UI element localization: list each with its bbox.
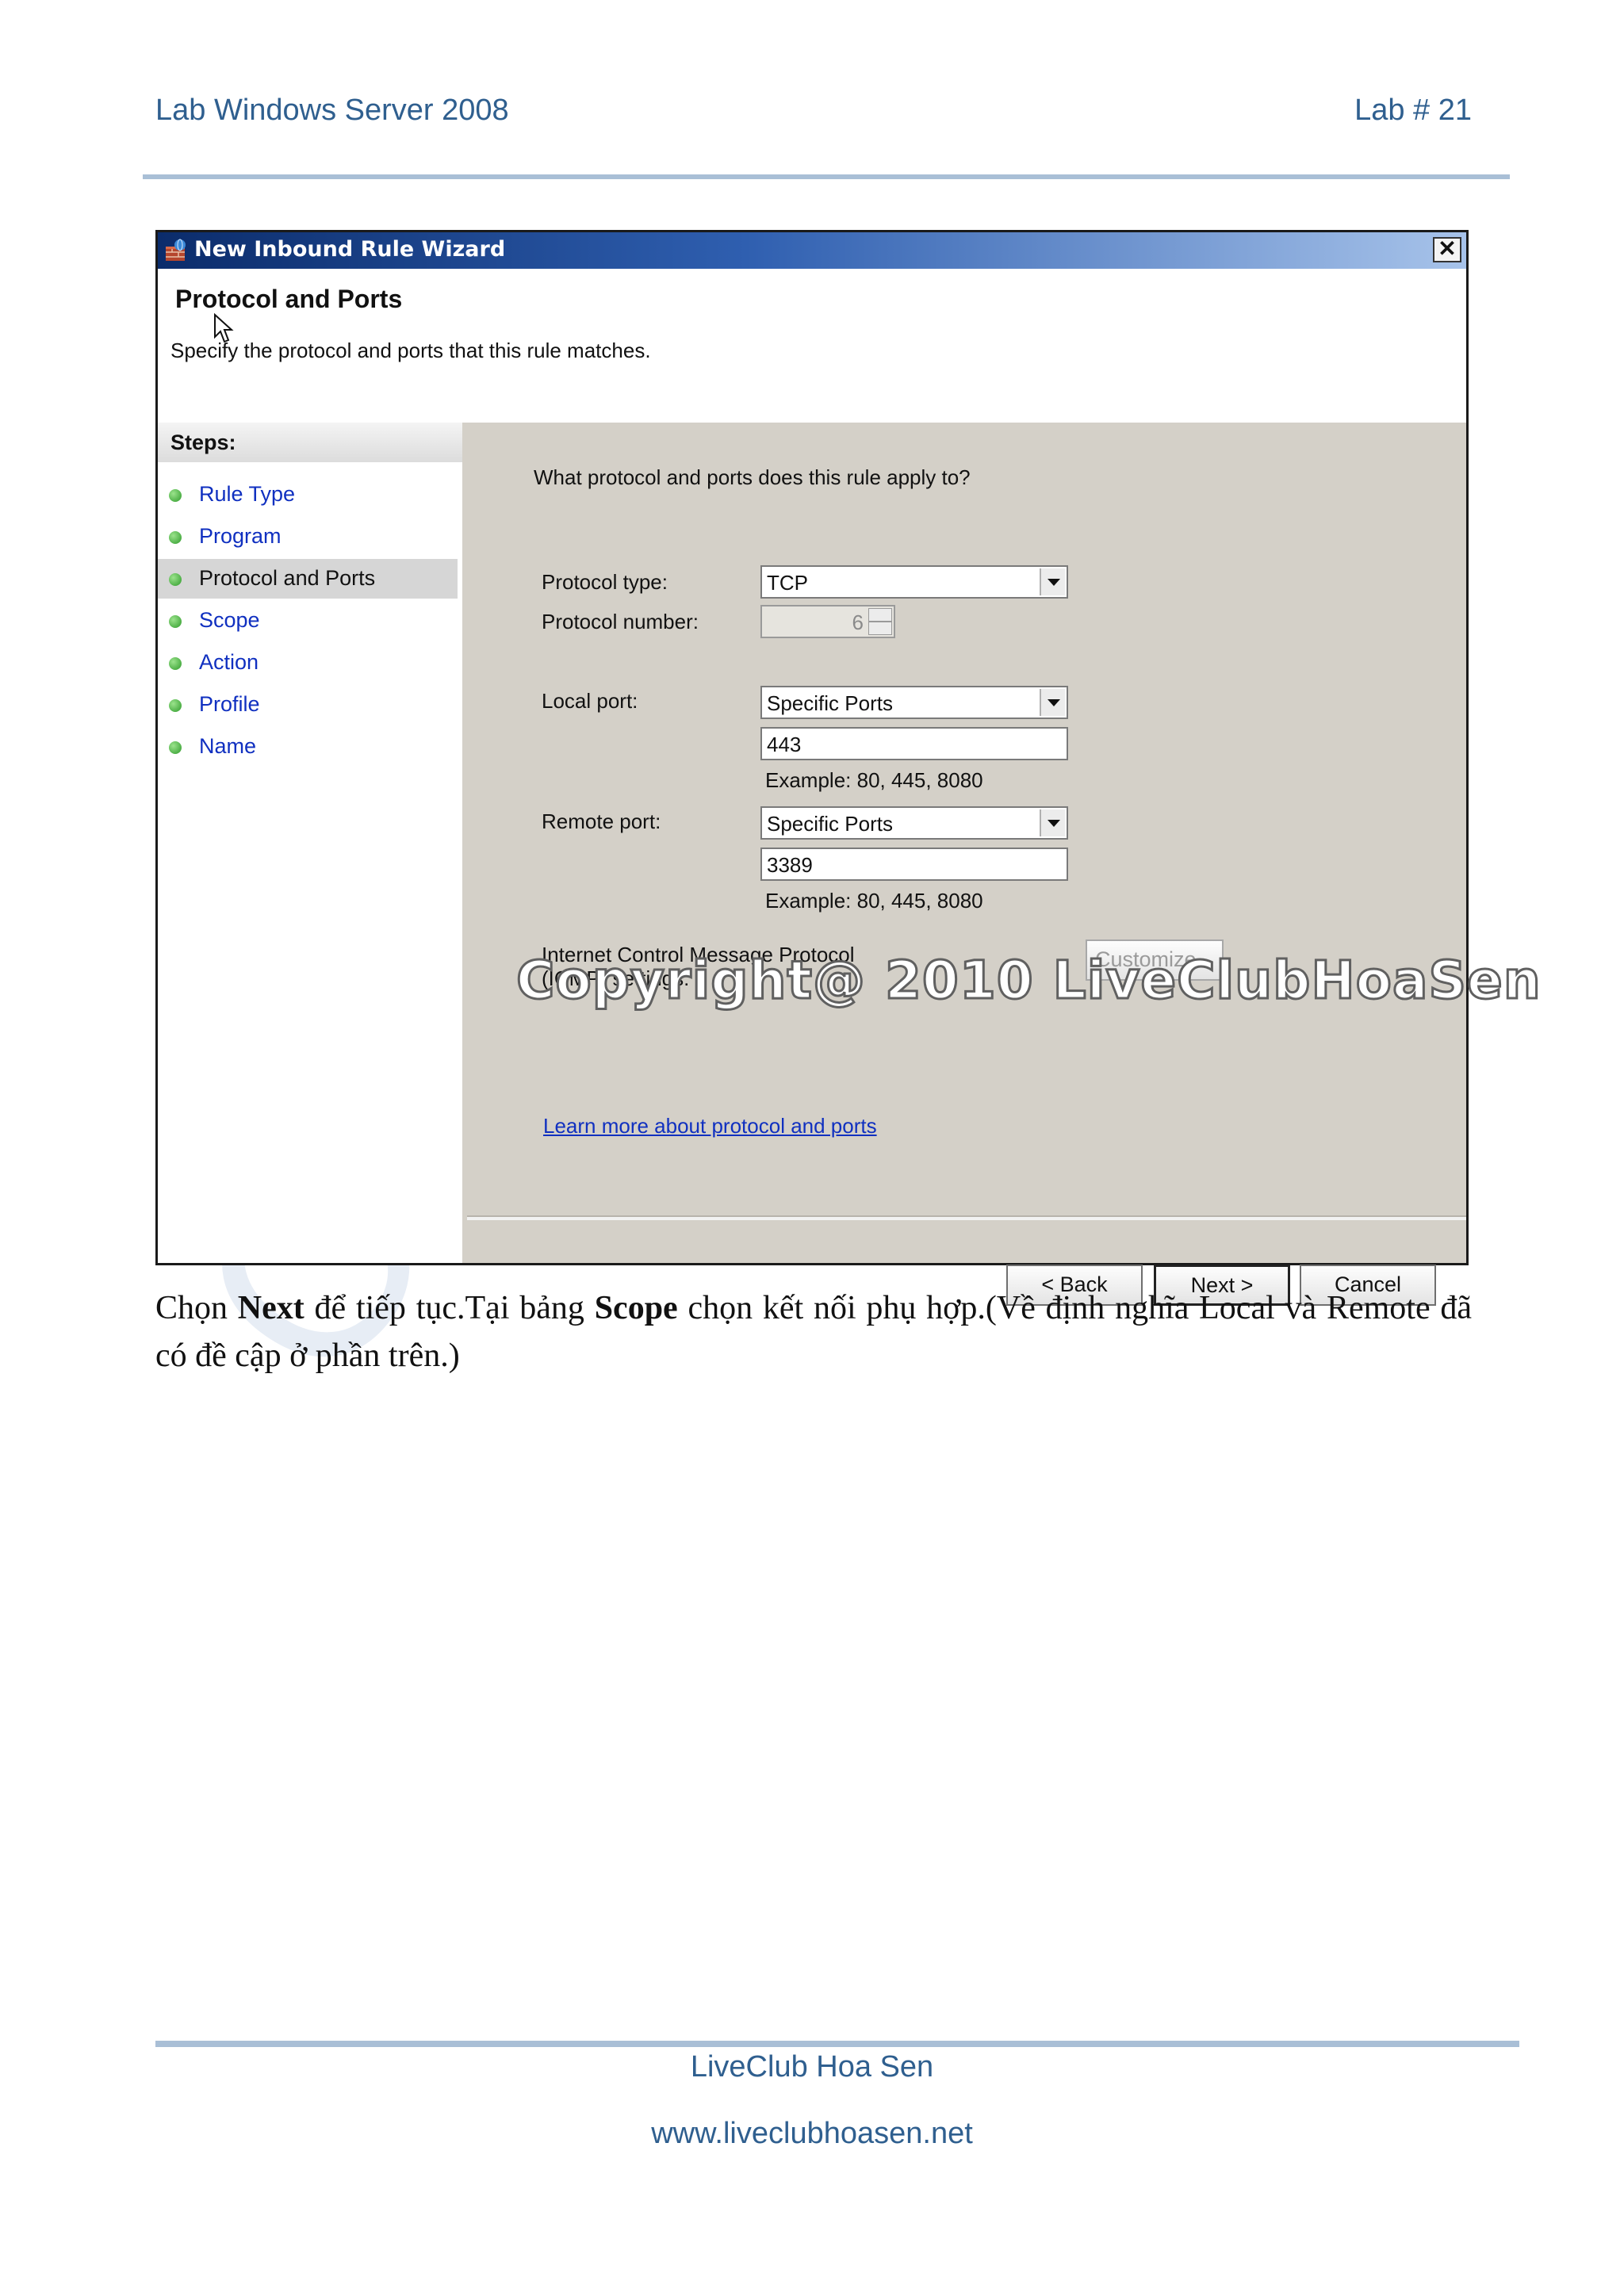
footer-website: www.liveclubhoasen.net [651,2117,973,2150]
spin-down-icon [868,622,892,635]
step-label: Name [199,734,257,758]
local-port-mode: Specific Ports [767,691,893,715]
steps-pane: Steps: Rule Type Program Protocol and Po… [158,423,467,1263]
remote-port-select[interactable]: Specific Ports [760,806,1068,840]
steps-header: Steps: [158,423,462,462]
new-inbound-rule-wizard-dialog: New Inbound Rule Wizard ✕ Protocol and P… [155,230,1542,1306]
protocol-type-select[interactable]: TCP [760,565,1068,599]
wizard-page-title: Protocol and Ports [175,285,403,313]
step-status-dot-icon [169,573,182,586]
step-action[interactable]: Action [158,643,458,683]
learn-more-link[interactable]: Learn more about protocol and ports [543,1114,877,1138]
step-label: Program [199,524,282,548]
page-header-lab-number: Lab # 21 [1354,94,1472,127]
step-rule-type[interactable]: Rule Type [158,475,458,515]
wizard-main-pane: What protocol and ports does this rule a… [467,423,1466,1306]
local-port-label: Local port: [542,689,638,713]
chevron-down-icon[interactable] [1040,689,1065,716]
local-port-input[interactable]: 443 [760,727,1068,760]
step-protocol-and-ports[interactable]: Protocol and Ports [158,559,458,599]
step-label: Protocol and Ports [199,566,376,590]
local-port-value: 443 [767,733,802,756]
steps-title: Steps: [170,430,236,454]
header-divider [143,174,1510,179]
step-label: Profile [199,692,260,716]
footer-organization: LiveClub Hoa Sen [690,2050,934,2084]
local-port-select[interactable]: Specific Ports [760,686,1068,719]
protocol-type-value: TCP [767,571,808,595]
footer-divider [155,2041,1519,2047]
remote-port-label: Remote port: [542,809,661,833]
step-profile[interactable]: Profile [158,685,458,725]
firewall-icon [166,239,186,261]
remote-port-mode: Specific Ports [767,812,893,836]
dialog-titlebar[interactable]: New Inbound Rule Wizard ✕ [158,232,1466,269]
next-keyword: Next [237,1290,304,1326]
button-area-separator [467,1215,1466,1220]
step-status-dot-icon [169,531,182,544]
step-program[interactable]: Program [158,517,458,557]
wizard-page-subtitle: Specify the protocol and ports that this… [170,339,651,362]
protocol-number-value: 6 [852,610,864,634]
step-status-dot-icon [169,699,182,712]
step-scope[interactable]: Scope [158,601,458,641]
step-name[interactable]: Name [158,727,458,767]
step-label: Rule Type [199,482,296,506]
copyright-watermark: Copyright@ 2010 LiveClubHoaSen [515,949,1542,1012]
instruction-paragraph: Chọn Next để tiếp tục.Tại bảng Scope chọ… [155,1284,1472,1380]
chevron-down-icon[interactable] [1040,568,1065,595]
wizard-question: What protocol and ports does this rule a… [534,465,971,489]
dialog-title: New Inbound Rule Wizard [194,237,506,262]
chevron-down-icon[interactable] [1040,809,1065,836]
remote-port-input[interactable]: 3389 [760,848,1068,881]
step-label: Action [199,650,259,674]
close-button[interactable]: ✕ [1433,237,1461,262]
local-port-example: Example: 80, 445, 8080 [765,768,983,792]
paragraph-text: để tiếp tục.Tại bảng [304,1290,595,1326]
remote-port-value: 3389 [767,853,813,877]
protocol-number-stepper: 6 [760,605,895,638]
step-label: Scope [199,608,260,632]
mouse-cursor-icon [214,313,234,343]
remote-port-example: Example: 80, 445, 8080 [765,889,983,913]
step-status-dot-icon [169,741,182,754]
protocol-number-label: Protocol number: [542,610,699,633]
paragraph-text: Chọn [155,1290,238,1326]
step-status-dot-icon [169,489,182,502]
wizard-header: Protocol and Ports Specify the protocol … [158,269,1466,425]
page-header-title: Lab Windows Server 2008 [155,94,509,127]
step-status-dot-icon [169,615,182,628]
spin-up-icon [868,608,892,622]
step-status-dot-icon [169,657,182,670]
protocol-type-label: Protocol type: [542,570,668,594]
scope-keyword: Scope [594,1290,678,1326]
